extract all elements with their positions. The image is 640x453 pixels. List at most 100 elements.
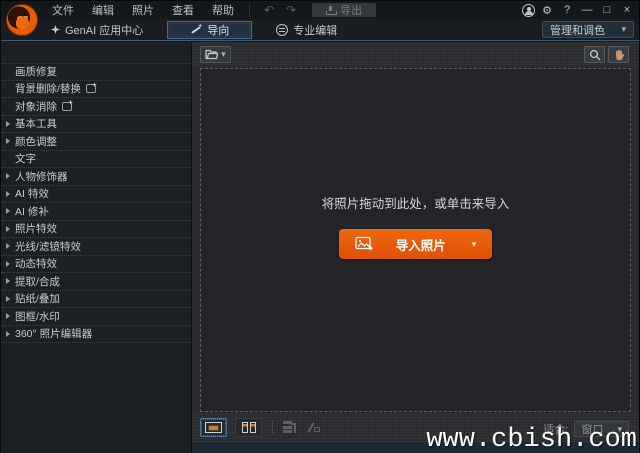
sidebar-item-label: 背景删除/替换	[15, 81, 81, 96]
chevron-down-icon: ▾	[221, 49, 226, 60]
sidebar-item-label: 动态特效	[15, 256, 57, 271]
export-button[interactable]: 导出	[312, 3, 376, 17]
menubar: 文件编辑照片查看帮助	[43, 0, 243, 20]
import-button-label: 导入照片	[396, 235, 446, 254]
expand-arrow-icon	[6, 296, 10, 302]
close-button[interactable]: ×	[619, 4, 635, 16]
sidebar-item[interactable]: 图框/水印	[1, 308, 191, 326]
magic-wand-icon	[190, 24, 202, 36]
photodirector-logo-icon	[6, 4, 38, 36]
sidebar-item-label: AI 特效	[15, 186, 49, 201]
canvas-area: ▾ 将照片拖动到此处，或单击来导入	[192, 42, 639, 453]
sidebar-item-label: 图框/水印	[15, 309, 60, 324]
sidebar-item-label: 提取/合成	[15, 274, 60, 289]
menubar-item[interactable]: 查看	[163, 0, 203, 20]
folder-icon	[205, 49, 218, 60]
sidebar-item[interactable]: 对象消除	[1, 98, 191, 116]
titlebar: 文件编辑照片查看帮助 ↶ ↷ 导出 ⚙ ? — □ ×	[1, 1, 639, 19]
sidebar-item-label: 画质修复	[15, 64, 57, 79]
sidebar-item-label: 文字	[15, 151, 36, 166]
genai-hub-button[interactable]: GenAI 应用中心	[41, 19, 153, 40]
sidebar-item[interactable]: 光线/滤镜特效	[1, 238, 191, 256]
workspace-dropdown[interactable]: 管理和调色 ▾	[542, 21, 634, 38]
window-controls: ⚙ ? — □ ×	[522, 1, 635, 19]
sidebar-item-label: 基本工具	[15, 116, 57, 131]
sidebar-item-label: 对象消除	[15, 99, 57, 114]
pro-edit-icon	[276, 24, 288, 36]
guided-label: 导向	[207, 22, 229, 38]
toolbar-divider	[272, 420, 273, 434]
menubar-item[interactable]: 编辑	[83, 0, 123, 20]
sidebar-item-label: 照片特效	[15, 221, 57, 236]
expand-arrow-icon	[6, 121, 10, 127]
undo-icon[interactable]: ↶	[258, 3, 280, 17]
settings-gear-icon[interactable]: ⚙	[539, 4, 555, 17]
photo-import-icon	[355, 236, 374, 252]
expand-arrow-icon	[6, 313, 10, 319]
sidebar-item[interactable]: 基本工具	[1, 116, 191, 134]
import-photos-button[interactable]: 导入照片 ▾	[339, 229, 493, 259]
sidebar-item[interactable]: 照片特效	[1, 221, 191, 239]
redo-icon[interactable]: ↷	[280, 3, 302, 17]
expand-arrow-icon	[6, 261, 10, 267]
single-view-button[interactable]	[200, 418, 227, 437]
sidebar-item[interactable]: 文字	[1, 151, 191, 169]
drop-hint-text: 将照片拖动到此处，或单击来导入	[322, 193, 510, 212]
app-window: 文件编辑照片查看帮助 ↶ ↷ 导出 ⚙ ? — □ × GenAI 应用中心	[0, 0, 640, 453]
sidebar-item[interactable]: 颜色调整	[1, 133, 191, 151]
tools-sidebar: 画质修复背景删除/替换对象消除基本工具颜色调整文字人物修饰器 AI 特效 AI 修补…	[1, 42, 192, 453]
history-stack-icon[interactable]	[283, 421, 296, 433]
ai-badge-icon	[86, 84, 96, 93]
canvas-toolbar-top: ▾	[192, 42, 639, 67]
hand-icon	[613, 49, 625, 61]
sidebar-item[interactable]: 动态特效	[1, 256, 191, 274]
sidebar-item-label: 光线/滤镜特效	[15, 239, 81, 254]
sidebar-item-label: AI 修补	[15, 204, 49, 219]
sparkle-icon	[51, 25, 60, 34]
expand-arrow-icon	[6, 138, 10, 144]
sidebar-item[interactable]: 背景删除/替换	[1, 81, 191, 99]
expand-arrow-icon	[6, 243, 10, 249]
menubar-item[interactable]: 帮助	[203, 0, 243, 20]
open-folder-button[interactable]: ▾	[200, 46, 231, 63]
zoom-tool-button[interactable]	[584, 46, 605, 63]
sidebar-item[interactable]: AI 特效	[1, 186, 191, 204]
account-icon[interactable]	[522, 4, 535, 17]
chevron-down-icon: ▾	[621, 24, 626, 35]
minimize-button[interactable]: —	[579, 4, 595, 16]
expand-arrow-icon	[6, 226, 10, 232]
photo-drop-zone[interactable]: 将照片拖动到此处，或单击来导入 导入照片 ▾	[200, 68, 631, 412]
history-controls: ↶ ↷	[249, 3, 302, 17]
expand-arrow-icon	[6, 278, 10, 284]
expand-arrow-icon	[6, 208, 10, 214]
sidebar-item[interactable]: 画质修复	[1, 63, 191, 81]
site-watermark: www.cbish.com	[426, 425, 637, 453]
pan-tool-button[interactable]	[608, 46, 629, 63]
menubar-item[interactable]: 照片	[123, 0, 163, 20]
expand-arrow-icon	[6, 173, 10, 179]
help-button[interactable]: ?	[559, 4, 575, 16]
sidebar-item[interactable]: 360° 照片编辑器	[1, 326, 191, 344]
sidebar-item[interactable]: 人物修饰器	[1, 168, 191, 186]
workspace-dropdown-value: 管理和调色	[550, 22, 605, 38]
sidebar-item-label: 人物修饰器	[15, 169, 68, 184]
ai-badge-icon	[62, 102, 72, 111]
genai-hub-label: GenAI 应用中心	[65, 22, 143, 38]
adjustment-pen-icon[interactable]	[308, 421, 321, 433]
sidebar-item[interactable]: 提取/合成	[1, 273, 191, 291]
single-view-icon	[205, 422, 222, 433]
export-label: 导出	[340, 2, 362, 18]
menubar-item[interactable]: 文件	[43, 0, 83, 20]
pro-edit-label: 专业编辑	[293, 22, 337, 38]
modebar: GenAI 应用中心 导向 专业编辑 管理和调色 ▾	[1, 19, 639, 41]
tab-guided[interactable]: 导向	[167, 21, 252, 39]
compare-view-icon	[242, 422, 256, 433]
maximize-button[interactable]: □	[599, 4, 615, 16]
expand-arrow-icon	[6, 191, 10, 197]
tab-professional-edit[interactable]: 专业编辑	[266, 19, 347, 40]
sidebar-item[interactable]: AI 修补	[1, 203, 191, 221]
sidebar-item-label: 颜色调整	[15, 134, 57, 149]
sidebar-item[interactable]: 贴纸/叠加	[1, 291, 191, 309]
compare-view-button[interactable]	[235, 418, 262, 437]
magnifier-icon	[589, 49, 601, 61]
